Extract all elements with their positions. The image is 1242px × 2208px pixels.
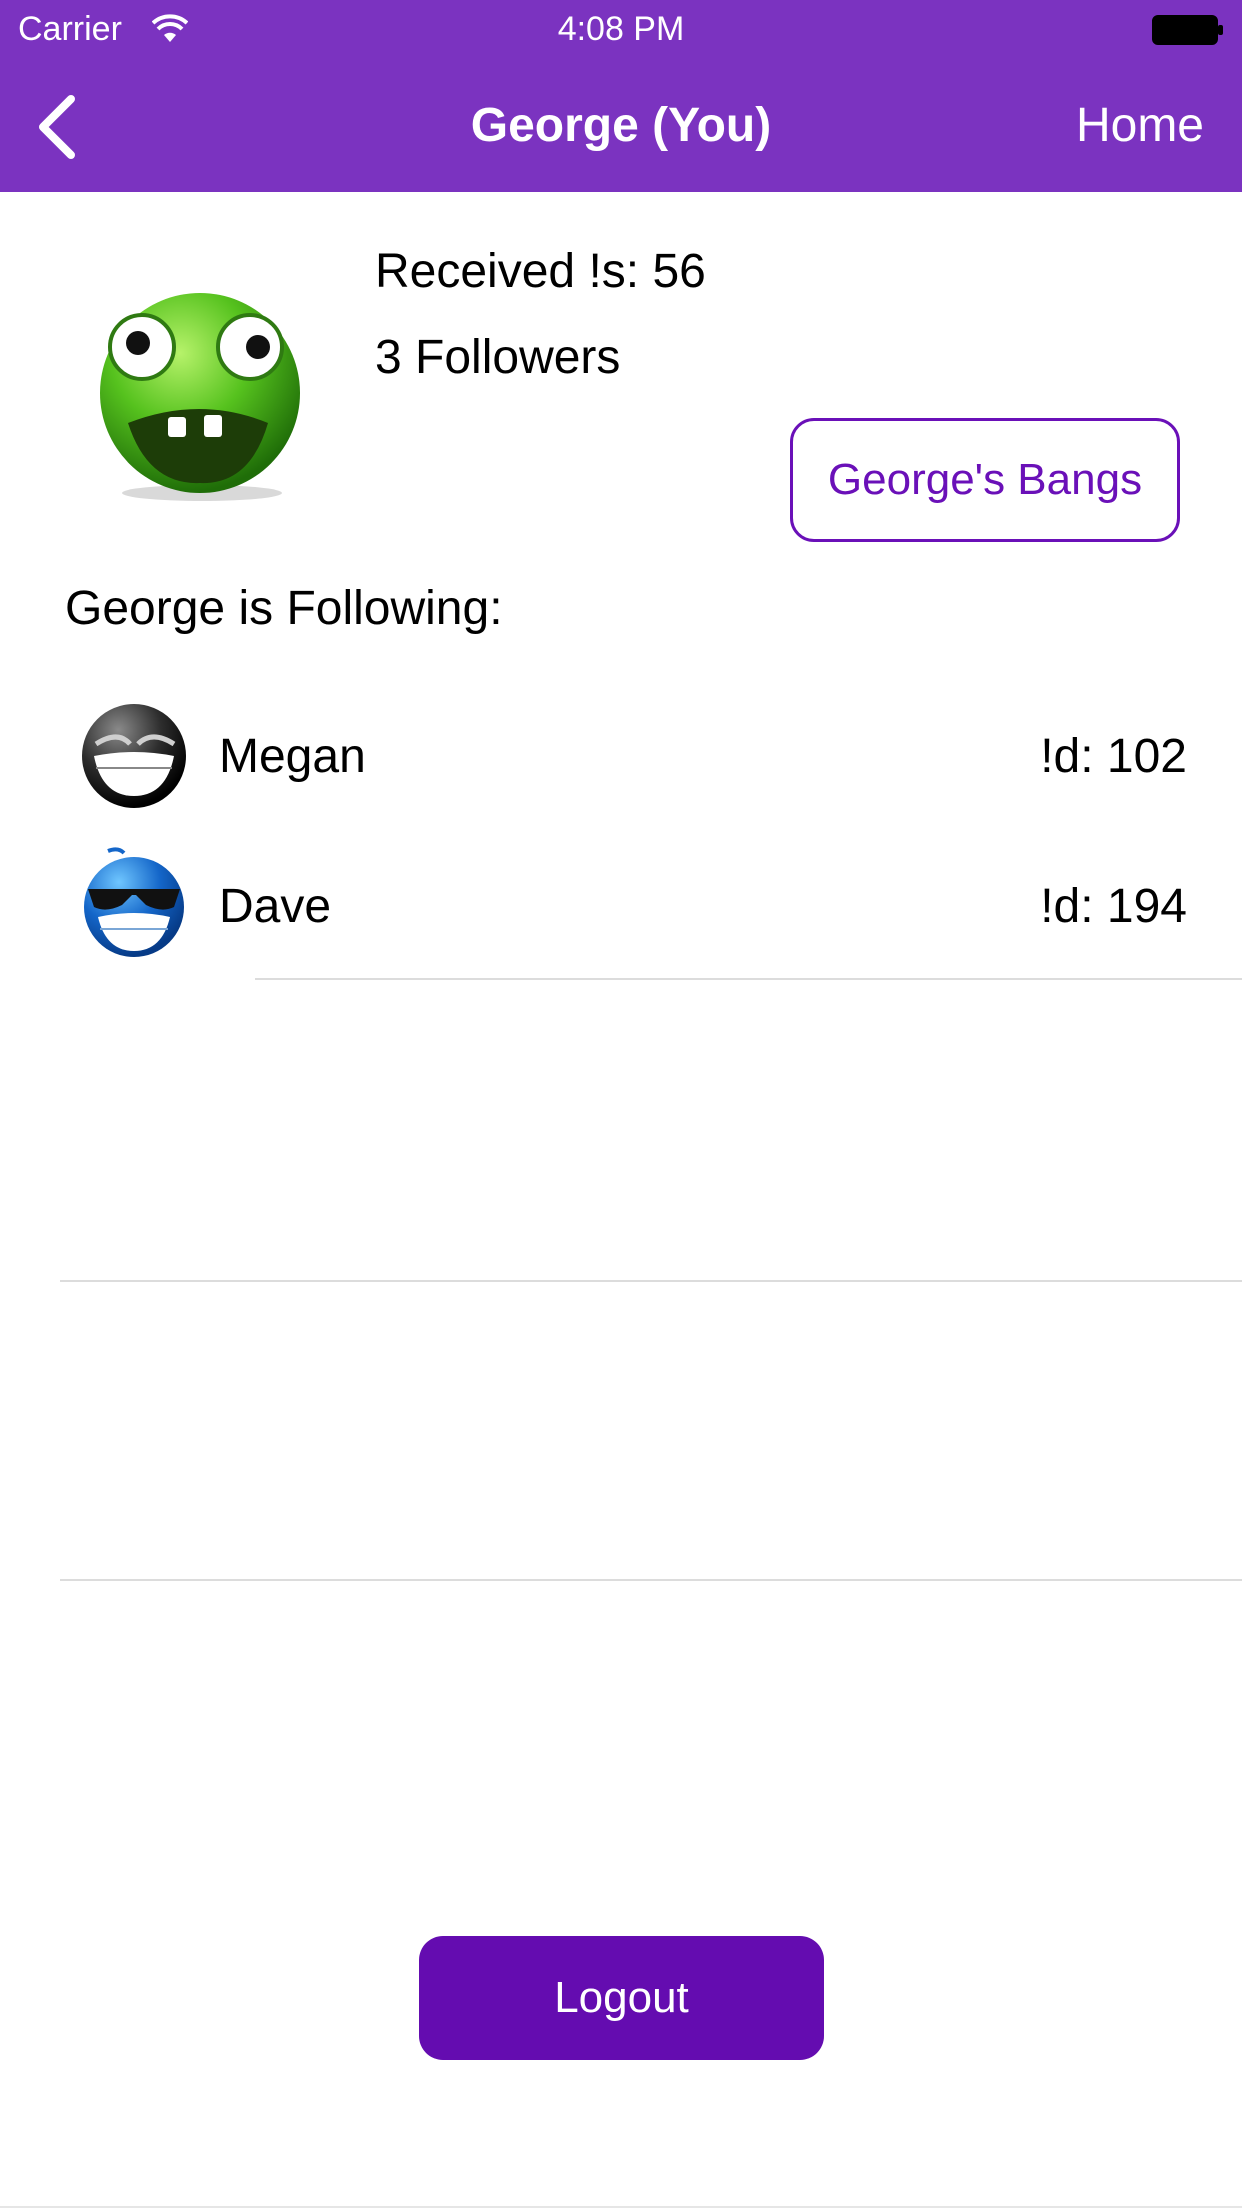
battery-icon [1152, 15, 1223, 45]
green-smiley-icon [100, 293, 300, 501]
page-title: George (You) [470, 99, 772, 152]
following-heading: George is Following: [65, 582, 503, 635]
bangs-button[interactable]: George's Bangs [790, 418, 1180, 542]
list-separator [60, 1579, 1242, 1581]
list-item-count: !d: 194 [1040, 880, 1187, 933]
black-grin-smiley-icon [82, 704, 186, 808]
blue-sunglasses-smiley-icon [84, 847, 184, 957]
list-separator [255, 978, 1242, 980]
received-count: Received !s: 56 [375, 245, 706, 298]
home-button[interactable]: Home [1076, 98, 1204, 153]
status-time: 4:08 PM [557, 10, 685, 48]
followers-count: 3 Followers [375, 331, 621, 384]
list-item-count: !d: 102 [1040, 730, 1187, 783]
list-item-name: Megan [219, 730, 366, 783]
list-separator [60, 1280, 1242, 1282]
logout-button[interactable]: Logout [419, 1936, 824, 2060]
list-item-name: Dave [219, 880, 332, 933]
